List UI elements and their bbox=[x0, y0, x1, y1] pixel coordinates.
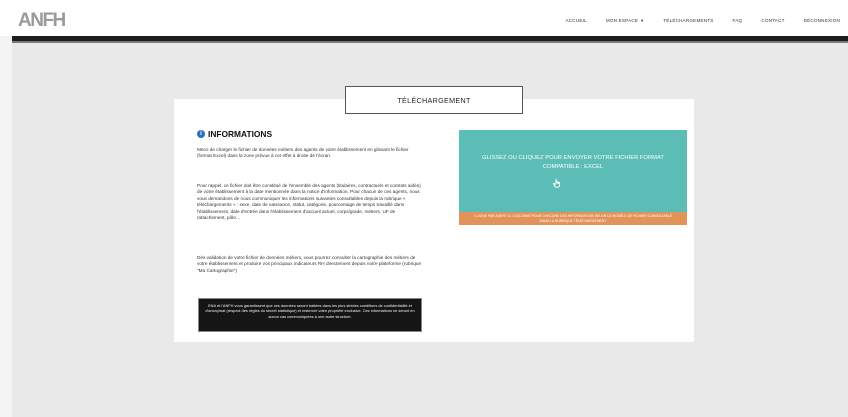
page-title: TÉLÉCHARGEMENT bbox=[345, 86, 523, 114]
top-header: ANFH ACCUEIL MON ESPACE ▼ TÉLÉCHARGEMENTS… bbox=[0, 0, 848, 36]
nav-deconnexion[interactable]: DÉCONNEXION bbox=[804, 18, 840, 23]
chevron-down-icon: ▼ bbox=[640, 17, 645, 23]
notice-text: ENA et l'ANFH vous garantissent que ces … bbox=[205, 303, 415, 319]
nav-faq[interactable]: FAQ bbox=[733, 18, 743, 23]
main-nav: ACCUEIL MON ESPACE ▼ TÉLÉCHARGEMENTS FAQ … bbox=[547, 14, 840, 26]
page-left-edge bbox=[0, 36, 12, 417]
upload-card: TÉLÉCHARGEMENT i INFORMATIONS Merci de c… bbox=[174, 86, 694, 342]
nav-mon-espace[interactable]: MON ESPACE ▼ bbox=[606, 18, 644, 23]
nav-telechargements[interactable]: TÉLÉCHARGEMENTS bbox=[663, 18, 713, 23]
info-paragraph-2: Pour rappel, ce fichier doit être consti… bbox=[197, 183, 421, 221]
info-paragraph-3: Dès validation de votre fichier de donné… bbox=[197, 255, 422, 273]
header-rule-shadow bbox=[12, 41, 848, 43]
hand-pointer-icon bbox=[552, 178, 562, 188]
info-paragraph-1: Merci de charger le fichier de données m… bbox=[197, 147, 409, 159]
nav-accueil[interactable]: ACCUEIL bbox=[566, 18, 587, 23]
nav-mon-espace-label: MON ESPACE bbox=[605, 17, 639, 23]
dropzone-footer-text: 1 ligne par agent & 1 colonne pour chacu… bbox=[473, 213, 673, 223]
anfh-logo[interactable]: ANFH bbox=[18, 9, 66, 29]
info-heading: i INFORMATIONS bbox=[197, 129, 272, 139]
file-dropzone[interactable]: GLISSEZ OU CLIQUEZ POUR ENVOYER VOTRE FI… bbox=[459, 130, 687, 212]
info-icon: i bbox=[197, 130, 205, 138]
dropzone-text: GLISSEZ OU CLIQUEZ POUR ENVOYER VOTRE FI… bbox=[482, 155, 664, 170]
logo-text: ANFH bbox=[18, 10, 66, 29]
dropzone-footer: 1 ligne par agent & 1 colonne pour chacu… bbox=[459, 212, 687, 225]
info-title: INFORMATIONS bbox=[208, 129, 273, 139]
confidentiality-notice: ENA et l'ANFH vous garantissent que ces … bbox=[198, 298, 422, 332]
nav-contact[interactable]: CONTACT bbox=[761, 18, 784, 23]
